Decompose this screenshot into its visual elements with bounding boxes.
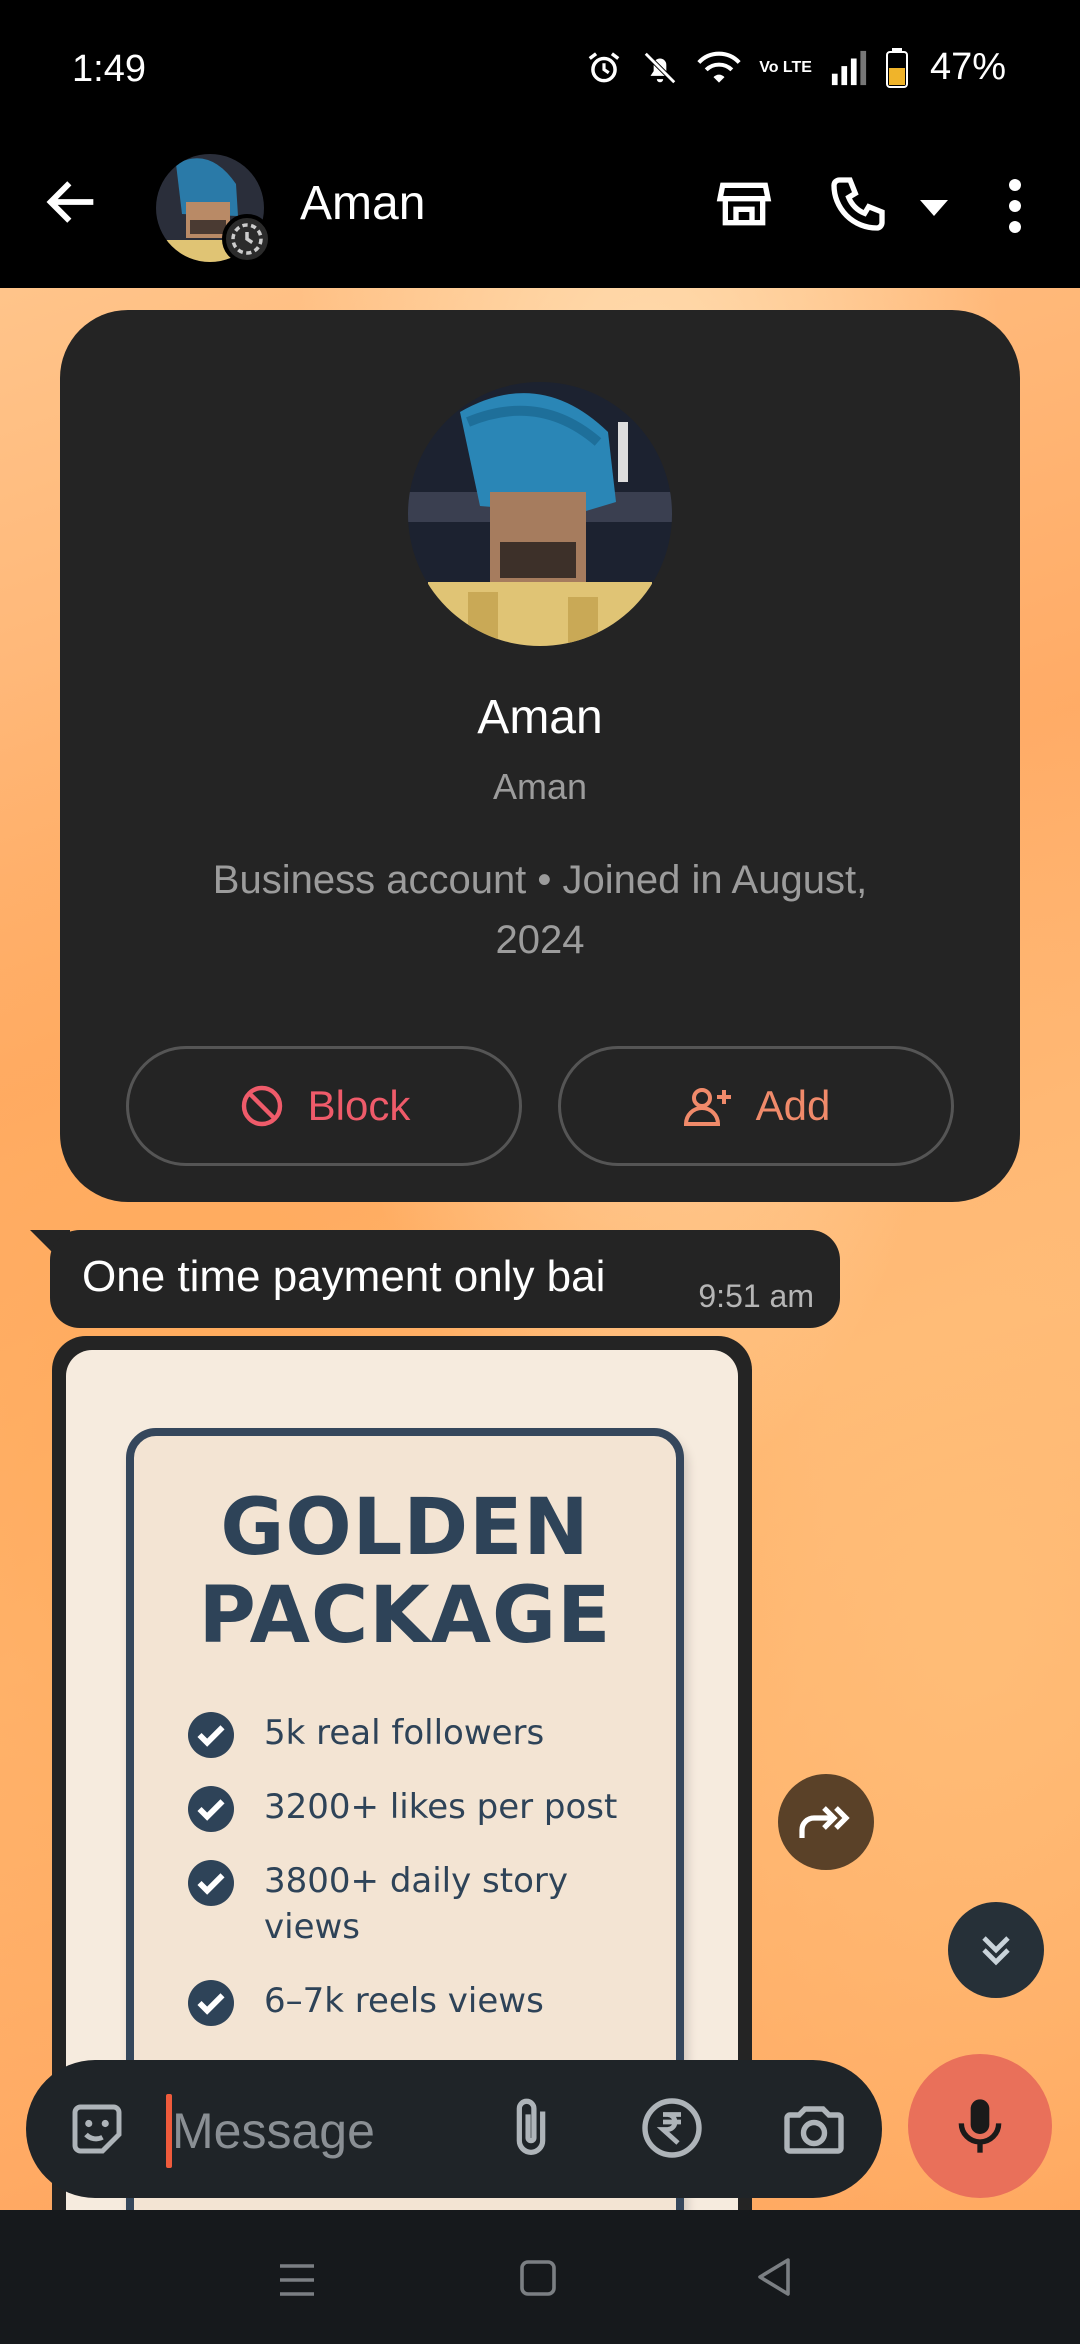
- nav-home-button[interactable]: [518, 2258, 558, 2298]
- block-icon: [241, 1085, 282, 1127]
- home-square-icon: [520, 2260, 556, 2296]
- store-button[interactable]: [712, 172, 776, 236]
- check-circle-icon: [188, 1860, 234, 1906]
- message-composer: [26, 2060, 882, 2198]
- paperclip-icon: [516, 2098, 546, 2155]
- profile-name: Aman: [477, 691, 603, 744]
- attach-button[interactable]: [496, 2094, 566, 2164]
- rupee-icon: [642, 2098, 702, 2158]
- double-chevron-down-icon: [982, 1936, 1010, 1966]
- store-icon: [716, 182, 772, 226]
- back-button[interactable]: [40, 170, 104, 234]
- chat-area[interactable]: Aman Aman Business account • Joined in A…: [0, 288, 1080, 2210]
- incoming-message[interactable]: One time payment only bai 9:51 am: [50, 1230, 840, 1328]
- status-ring-icon: [222, 214, 272, 264]
- menu-icon: [280, 2264, 314, 2296]
- check-circle-icon: [188, 1712, 234, 1758]
- status-bar: 1:49 Vo LTE 47%: [0, 0, 1080, 140]
- add-contact-button[interactable]: Add: [558, 1046, 954, 1166]
- signal-icon: [830, 50, 868, 86]
- nav-recents-button[interactable]: [276, 2260, 318, 2300]
- add-label: Add: [755, 1082, 831, 1129]
- voice-message-button[interactable]: [908, 2054, 1052, 2198]
- system-nav-bar: [0, 2210, 1080, 2344]
- sticker-icon: [72, 2104, 122, 2154]
- back-arrow-icon: [46, 181, 94, 223]
- package-features: 5k real followers 3200+ likes per post 3…: [188, 1710, 648, 2052]
- profile-card: Aman Aman Business account • Joined in A…: [60, 310, 1020, 1202]
- voice-call-button[interactable]: [826, 172, 890, 236]
- check-circle-icon: [188, 1980, 234, 2026]
- package-feature: 3200+ likes per post: [188, 1784, 648, 1832]
- wifi-icon: [697, 49, 741, 87]
- profile-photo: [408, 382, 672, 646]
- mute-bell-icon: [641, 49, 679, 87]
- profile-avatar[interactable]: [408, 382, 672, 646]
- contact-name[interactable]: Aman: [300, 176, 425, 231]
- message-input[interactable]: [172, 2086, 472, 2176]
- alarm-icon: [585, 49, 623, 87]
- nav-back-button[interactable]: [754, 2256, 794, 2298]
- message-time: 9:51 am: [698, 1278, 814, 1314]
- check-circle-icon: [188, 1786, 234, 1832]
- block-button[interactable]: Block: [126, 1046, 522, 1166]
- more-options-button[interactable]: [1000, 176, 1030, 236]
- block-label: Block: [307, 1082, 411, 1129]
- profile-meta: Business account • Joined in August, 202…: [212, 858, 868, 962]
- more-vert-icon: [1009, 179, 1021, 233]
- chevron-down-icon: [920, 200, 948, 216]
- message-text: One time payment only bai: [82, 1252, 606, 1301]
- profile-username: Aman: [492, 766, 588, 807]
- forward-icon: [799, 1806, 850, 1838]
- call-options-dropdown[interactable]: [914, 188, 954, 224]
- scroll-to-bottom-button[interactable]: [948, 1902, 1044, 1998]
- payment-button[interactable]: [636, 2092, 708, 2164]
- package-title: GOLDEN PACKAGE: [198, 1483, 612, 1661]
- back-triangle-icon: [758, 2258, 790, 2296]
- package-feature: 3800+ daily story views: [188, 1858, 648, 1950]
- status-time: 1:49: [72, 48, 146, 90]
- add-person-icon: [683, 1088, 731, 1126]
- camera-icon: [784, 2106, 844, 2154]
- sticker-button[interactable]: [64, 2096, 130, 2162]
- battery-icon: [885, 47, 908, 88]
- forward-button[interactable]: [778, 1774, 874, 1870]
- phone-icon: [831, 177, 885, 231]
- chat-header: Aman: [0, 140, 1080, 288]
- package-feature: 5k real followers: [188, 1710, 648, 1758]
- battery-percent: 47%: [929, 46, 1006, 88]
- volte-indicator: Vo LTE: [759, 58, 812, 76]
- status-icons: Vo LTE 47%: [585, 46, 1006, 89]
- microphone-icon: [958, 2099, 1002, 2153]
- camera-button[interactable]: [778, 2094, 850, 2166]
- package-feature: 6–7k reels views: [188, 1978, 648, 2026]
